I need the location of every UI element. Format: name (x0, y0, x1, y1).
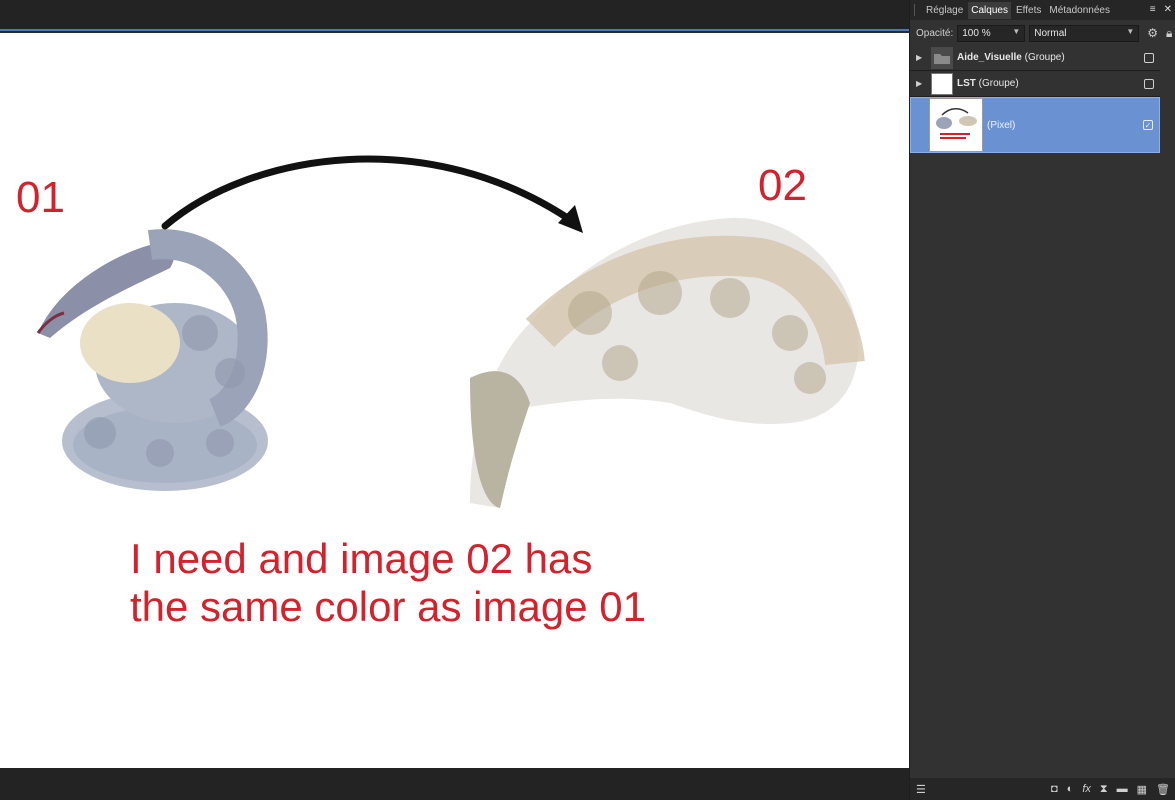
visibility-checkbox[interactable] (1144, 52, 1154, 63)
visibility-checkbox-checked[interactable]: ✓ (1143, 120, 1153, 130)
tab-effets[interactable]: Effets (1013, 2, 1044, 19)
layer-thumbnail (929, 98, 983, 152)
arrow-graphic (161, 155, 583, 233)
status-bar (0, 768, 909, 800)
visibility-checkbox[interactable] (1144, 78, 1154, 89)
tab-separator (914, 4, 915, 16)
layer-type: (Groupe) (978, 78, 1019, 89)
trash-icon[interactable]: 🗑︎ (1156, 783, 1170, 796)
hourglass-icon[interactable]: ⧗ (1100, 783, 1108, 796)
layer-name: LST (957, 78, 976, 89)
new-group-folder-icon[interactable]: ▬ (1117, 783, 1128, 796)
panel-bottom-toolbar: ☰ ◘ ◐ fx ⧗ ▬ ▦ 🗑︎ (910, 778, 1175, 800)
blend-mode-value: Normal (1034, 27, 1067, 39)
layer-thumbnail (931, 72, 953, 95)
layer-row-lst[interactable]: ▶ LST (Groupe) (910, 71, 1160, 97)
new-pixel-layer-icon[interactable]: ▦ (1137, 783, 1147, 796)
layers-stack-icon[interactable]: ☰ (916, 783, 926, 796)
layer-name: Aide_Visuelle (957, 52, 1022, 63)
panel-tabs: Réglage Calques Effets Métadonnées ≡ ✕ (910, 0, 1175, 20)
shrimp-image-01 (36, 229, 268, 491)
tab-reglage[interactable]: Réglage (923, 2, 966, 19)
panel-menu-icon[interactable]: ≡ (1150, 4, 1156, 15)
label-image-01: 01 (16, 173, 65, 222)
expand-arrow-icon[interactable]: ▶ (916, 53, 928, 62)
close-icon[interactable]: ✕ (1164, 4, 1172, 15)
tab-calques[interactable]: Calques (968, 1, 1011, 19)
canvas-artwork (36, 155, 865, 508)
annotation-message: I need and image 02 has the same color a… (130, 535, 646, 631)
canvas-toolbar (0, 0, 909, 31)
expand-arrow-icon[interactable]: ▶ (916, 79, 928, 88)
opacity-row: Opacité: 100 % ▼ Normal ▼ ⚙ 🔒︎ (910, 22, 1175, 44)
document-canvas[interactable]: 01 02 I need and image 02 has the same c… (0, 33, 909, 768)
layer-row-pixel[interactable]: (Pixel) ✓ (910, 97, 1160, 153)
opacity-value: 100 % (962, 27, 991, 39)
message-line-1: I need and image 02 has (130, 535, 593, 582)
blend-mode-dropdown[interactable]: Normal ▼ (1029, 24, 1140, 42)
gear-icon[interactable]: ⚙ (1147, 26, 1158, 40)
panel-window-controls: ≡ ✕ (1150, 4, 1172, 15)
layers-panel: Réglage Calques Effets Métadonnées ≡ ✕ O… (909, 0, 1175, 800)
layer-type: (Groupe) (1024, 52, 1065, 63)
layer-label: Aide_Visuelle (Groupe) (957, 52, 1065, 63)
app-window: 01 02 I need and image 02 has the same c… (0, 0, 1175, 800)
tab-metadonnees[interactable]: Métadonnées (1046, 2, 1113, 19)
layer-label: LST (Groupe) (957, 78, 1019, 89)
shrimp-image-02 (470, 217, 865, 508)
lock-icon[interactable]: 🔒︎ (1166, 26, 1172, 41)
mask-icon[interactable]: ◘ (1051, 783, 1058, 796)
layer-type: (Pixel) (987, 119, 1016, 131)
chevron-down-icon: ▼ (1126, 26, 1135, 36)
layer-actions: ◘ ◐ fx ⧗ ▬ ▦ 🗑︎ (1051, 783, 1170, 796)
opacity-label: Opacité: (916, 27, 954, 39)
folder-icon (931, 46, 953, 69)
layer-row-aide-visuelle[interactable]: ▶ Aide_Visuelle (Groupe) (910, 45, 1160, 71)
chevron-down-icon: ▼ (1012, 26, 1021, 36)
label-image-02: 02 (758, 161, 807, 210)
fx-icon[interactable]: fx (1082, 783, 1091, 796)
message-line-2: the same color as image 01 (130, 583, 646, 630)
opacity-dropdown[interactable]: 100 % ▼ (957, 24, 1026, 42)
adjustment-icon[interactable]: ◐ (1067, 783, 1074, 796)
